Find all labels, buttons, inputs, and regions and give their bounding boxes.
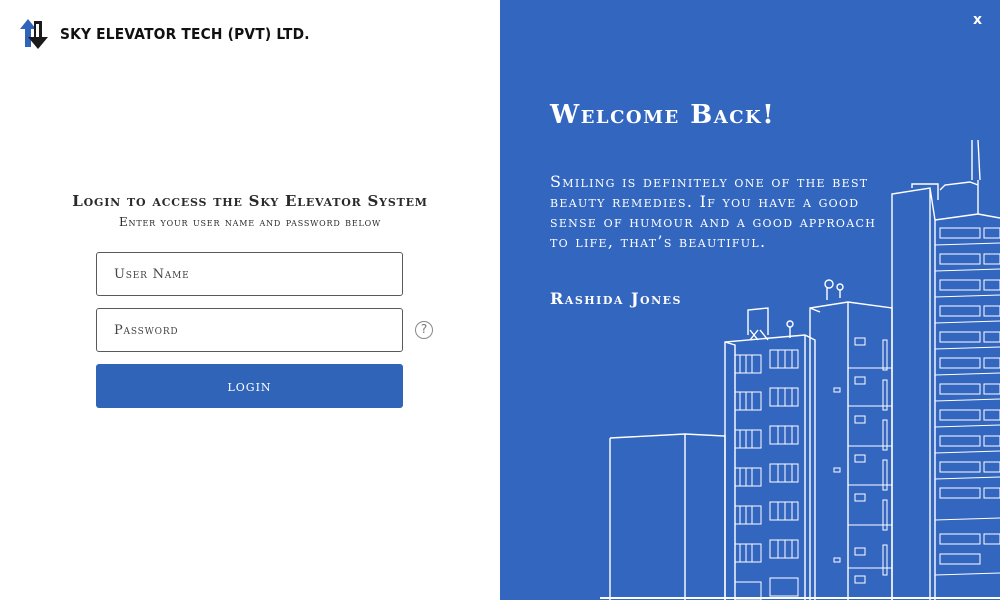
password-input[interactable] (96, 308, 403, 352)
elevator-arrows-icon (20, 19, 48, 49)
brand-name: SKY ELEVATOR TECH (PVT) LTD. (60, 25, 310, 43)
login-heading: Login to access the Sky Elevator System (72, 192, 428, 210)
close-button[interactable]: x (973, 12, 982, 28)
login-button[interactable]: login (96, 364, 403, 408)
username-input[interactable] (96, 252, 403, 296)
login-panel: SKY ELEVATOR TECH (PVT) LTD. Login to ac… (0, 0, 500, 600)
welcome-panel: x Welcome Back! Smiling is definitely on… (500, 0, 1000, 600)
brand: SKY ELEVATOR TECH (PVT) LTD. (18, 17, 331, 51)
login-subheading: Enter your user name and password below (118, 215, 381, 229)
city-skyline-illustration (600, 139, 1000, 600)
password-help-icon[interactable]: ? (415, 321, 433, 339)
welcome-title: Welcome Back! (550, 100, 776, 130)
